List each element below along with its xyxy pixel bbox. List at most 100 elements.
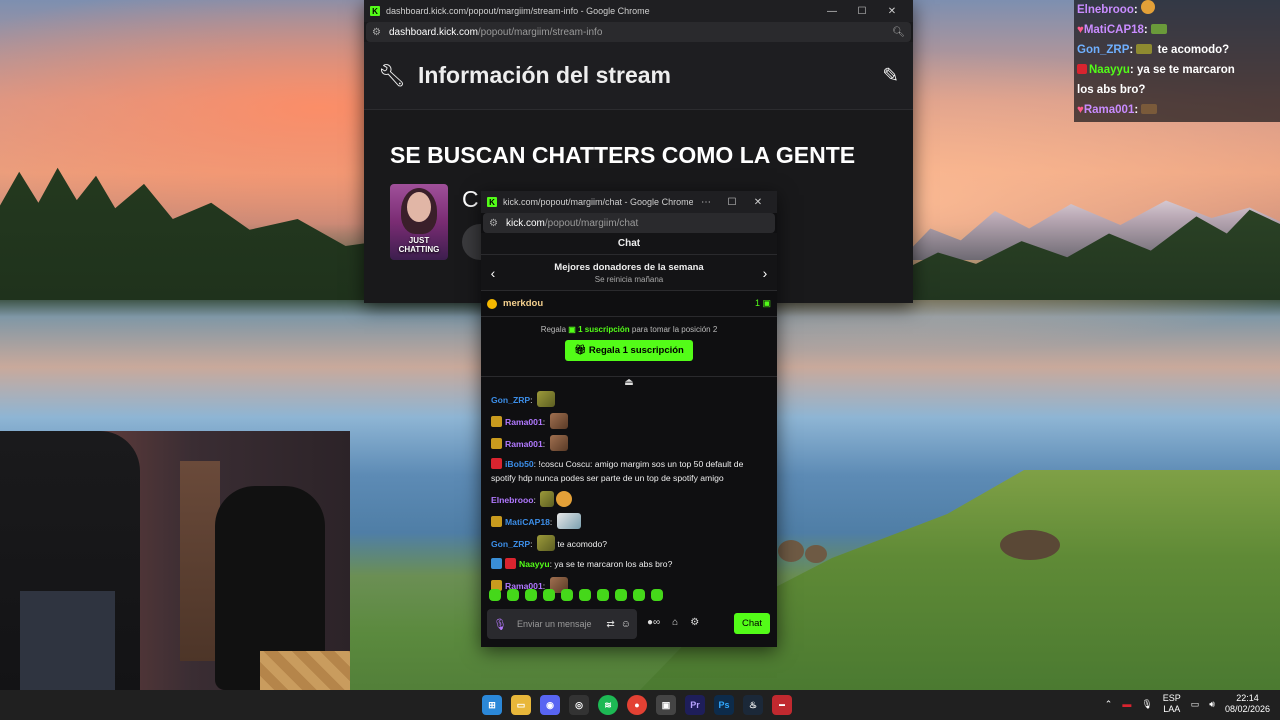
- discord-icon[interactable]: ◉: [540, 695, 560, 715]
- steam-icon[interactable]: ♨: [743, 695, 763, 715]
- chat-username[interactable]: Elnebrooo: [491, 495, 534, 505]
- gift-icon: ▣: [568, 325, 576, 334]
- emote-icon: [536, 391, 555, 407]
- gift-icon: 🎁︎: [574, 345, 587, 356]
- emote-icon[interactable]: [525, 589, 537, 601]
- site-settings-icon[interactable]: ⚙: [372, 27, 381, 38]
- subscriber-crown-icon: [491, 416, 502, 427]
- emote-icon: [1136, 44, 1153, 54]
- stream-title: SE BUSCAN CHATTERS COMO LA GENTE: [390, 142, 856, 168]
- clock[interactable]: 22:14 08/02/2026: [1225, 693, 1270, 715]
- chat-message: MatiCAP18:: [491, 513, 767, 529]
- store-icon[interactable]: ⌂: [672, 617, 678, 628]
- chevron-up-icon[interactable]: ⌃: [1105, 699, 1113, 710]
- badge-icon: [505, 558, 516, 569]
- more-icon[interactable]: ⋯: [693, 197, 719, 208]
- window-titlebar[interactable]: K kick.com/popout/margiim/chat - Google …: [481, 191, 777, 213]
- emote-icon: [536, 535, 555, 551]
- emote-icon[interactable]: [597, 589, 609, 601]
- top-donor-name: merkdou: [503, 298, 544, 309]
- translate-icon[interactable]: ⇄: [606, 619, 614, 630]
- chat-message: Gon_ZRP:: [491, 391, 767, 407]
- donors-subtitle: Se reinicia mañana: [594, 274, 664, 284]
- app-icon[interactable]: ▣: [656, 695, 676, 715]
- site-settings-icon[interactable]: ⚙: [489, 218, 498, 229]
- start-menu-icon[interactable]: ⊞: [482, 695, 502, 715]
- emote-icon[interactable]: [507, 589, 519, 601]
- emote-icon: [540, 491, 555, 507]
- zoom-icon[interactable]: 🔍︎: [892, 27, 905, 38]
- gift-subscription-button[interactable]: 🎁︎ Regala 1 suscripción: [565, 340, 693, 361]
- emote-icon[interactable]: [615, 589, 627, 601]
- chat-message: Naayyu: ya se te marcaron los abs bro?: [491, 557, 767, 571]
- chat-username[interactable]: iBob50: [505, 459, 534, 469]
- premiere-icon[interactable]: Pr: [685, 695, 705, 715]
- voicemod-icon[interactable]: ▬: [772, 695, 792, 715]
- category-name-partial: C: [462, 186, 479, 212]
- background-rock: [778, 540, 804, 562]
- network-icon[interactable]: ▭: [1191, 699, 1200, 710]
- category-thumbnail[interactable]: JUST CHATTING: [390, 184, 448, 260]
- emote-icon: [1141, 104, 1158, 114]
- maximize-icon[interactable]: ☐: [847, 6, 877, 17]
- close-icon[interactable]: ✕: [745, 197, 771, 208]
- tray-app-icon[interactable]: ▬: [1122, 699, 1131, 709]
- points-icon[interactable]: ●∞: [647, 617, 660, 628]
- chat-input[interactable]: 🎙︎ Enviar un mensaje ⇄ ☺: [487, 609, 637, 639]
- chat-message-list: Gon_ZRP: Rama001: Rama001: iBob50: !cosc…: [481, 388, 777, 593]
- obs-icon[interactable]: ◎: [569, 695, 589, 715]
- emote-icon[interactable]: [561, 589, 573, 601]
- microphone-icon[interactable]: 🎙︎: [493, 618, 507, 631]
- microphone-icon[interactable]: 🎙︎: [1141, 699, 1152, 710]
- heart-icon: ♥: [1077, 104, 1084, 116]
- chat-username[interactable]: Gon_ZRP: [491, 539, 530, 549]
- maximize-icon[interactable]: ☐: [719, 197, 745, 208]
- chevron-right-icon[interactable]: ›: [753, 265, 777, 281]
- webcam-floor: [260, 651, 350, 690]
- file-explorer-icon[interactable]: ▭: [511, 695, 531, 715]
- taskbar-apps: ⊞ ▭ ◉ ◎ ≋ ● ▣ Pr Ps ♨ ▬: [482, 695, 792, 715]
- gift-subscription-block: Regala ▣ 1 suscripción para tomar la pos…: [481, 317, 777, 377]
- overlay-username: Gon_ZRP: [1077, 44, 1130, 56]
- emote-icon[interactable]: [651, 589, 663, 601]
- emote-icon[interactable]: [543, 589, 555, 601]
- volume-icon[interactable]: 🔊︎: [1209, 699, 1215, 710]
- overlay-username: Naayyu: [1089, 64, 1130, 76]
- emote-icon[interactable]: [633, 589, 645, 601]
- chat-username[interactable]: Rama001: [505, 417, 543, 427]
- chat-header: Chat: [481, 233, 777, 255]
- emote-icon: [556, 491, 573, 507]
- chat-username[interactable]: Naayyu: [519, 559, 550, 569]
- address-bar[interactable]: ⚙ kick.com/popout/margiim/chat: [483, 213, 775, 233]
- close-icon[interactable]: ✕: [877, 6, 907, 17]
- emote-icon: [556, 513, 581, 529]
- settings-gear-icon[interactable]: ⚙: [690, 617, 699, 628]
- chat-username[interactable]: Gon_ZRP: [491, 395, 530, 405]
- emote-icon: [549, 413, 568, 429]
- spotify-icon[interactable]: ≋: [598, 695, 618, 715]
- chrome-icon[interactable]: ●: [627, 695, 647, 715]
- kick-logo-icon: K: [370, 6, 380, 16]
- chat-username[interactable]: Rama001: [505, 439, 543, 449]
- top-donor-count: 1 ▣: [754, 298, 771, 308]
- overlay-username: MatiCAP18: [1083, 24, 1144, 36]
- overlay-message: ♥MatiCAP18:: [1077, 20, 1277, 40]
- chat-message: iBob50: !coscu Coscu: amigo margim sos u…: [491, 458, 744, 483]
- minimize-icon[interactable]: —: [817, 6, 847, 17]
- chevron-left-icon[interactable]: ‹: [481, 265, 505, 281]
- photoshop-icon[interactable]: Ps: [714, 695, 734, 715]
- wrench-icon: 🔧︎: [378, 62, 406, 88]
- emote-icon[interactable]: [489, 589, 501, 601]
- send-chat-button[interactable]: Chat: [734, 613, 771, 634]
- window-titlebar[interactable]: K dashboard.kick.com/popout/margiim/stre…: [364, 0, 913, 22]
- edit-pencil-icon[interactable]: ✎: [882, 63, 899, 88]
- emoji-icon[interactable]: ☺: [621, 619, 631, 630]
- webcam-jeans: [20, 591, 115, 690]
- chat-username[interactable]: MatiCAP18: [505, 517, 550, 527]
- background-rock: [1000, 530, 1060, 560]
- address-bar[interactable]: ⚙ dashboard.kick.com/popout/margiim/stre…: [366, 22, 911, 42]
- top-donor-row[interactable]: merkdou 1 ▣: [481, 291, 777, 317]
- collapse-icon[interactable]: ⏏: [481, 378, 777, 388]
- emote-icon[interactable]: [579, 589, 591, 601]
- language-indicator[interactable]: ESP LAA: [1163, 693, 1181, 715]
